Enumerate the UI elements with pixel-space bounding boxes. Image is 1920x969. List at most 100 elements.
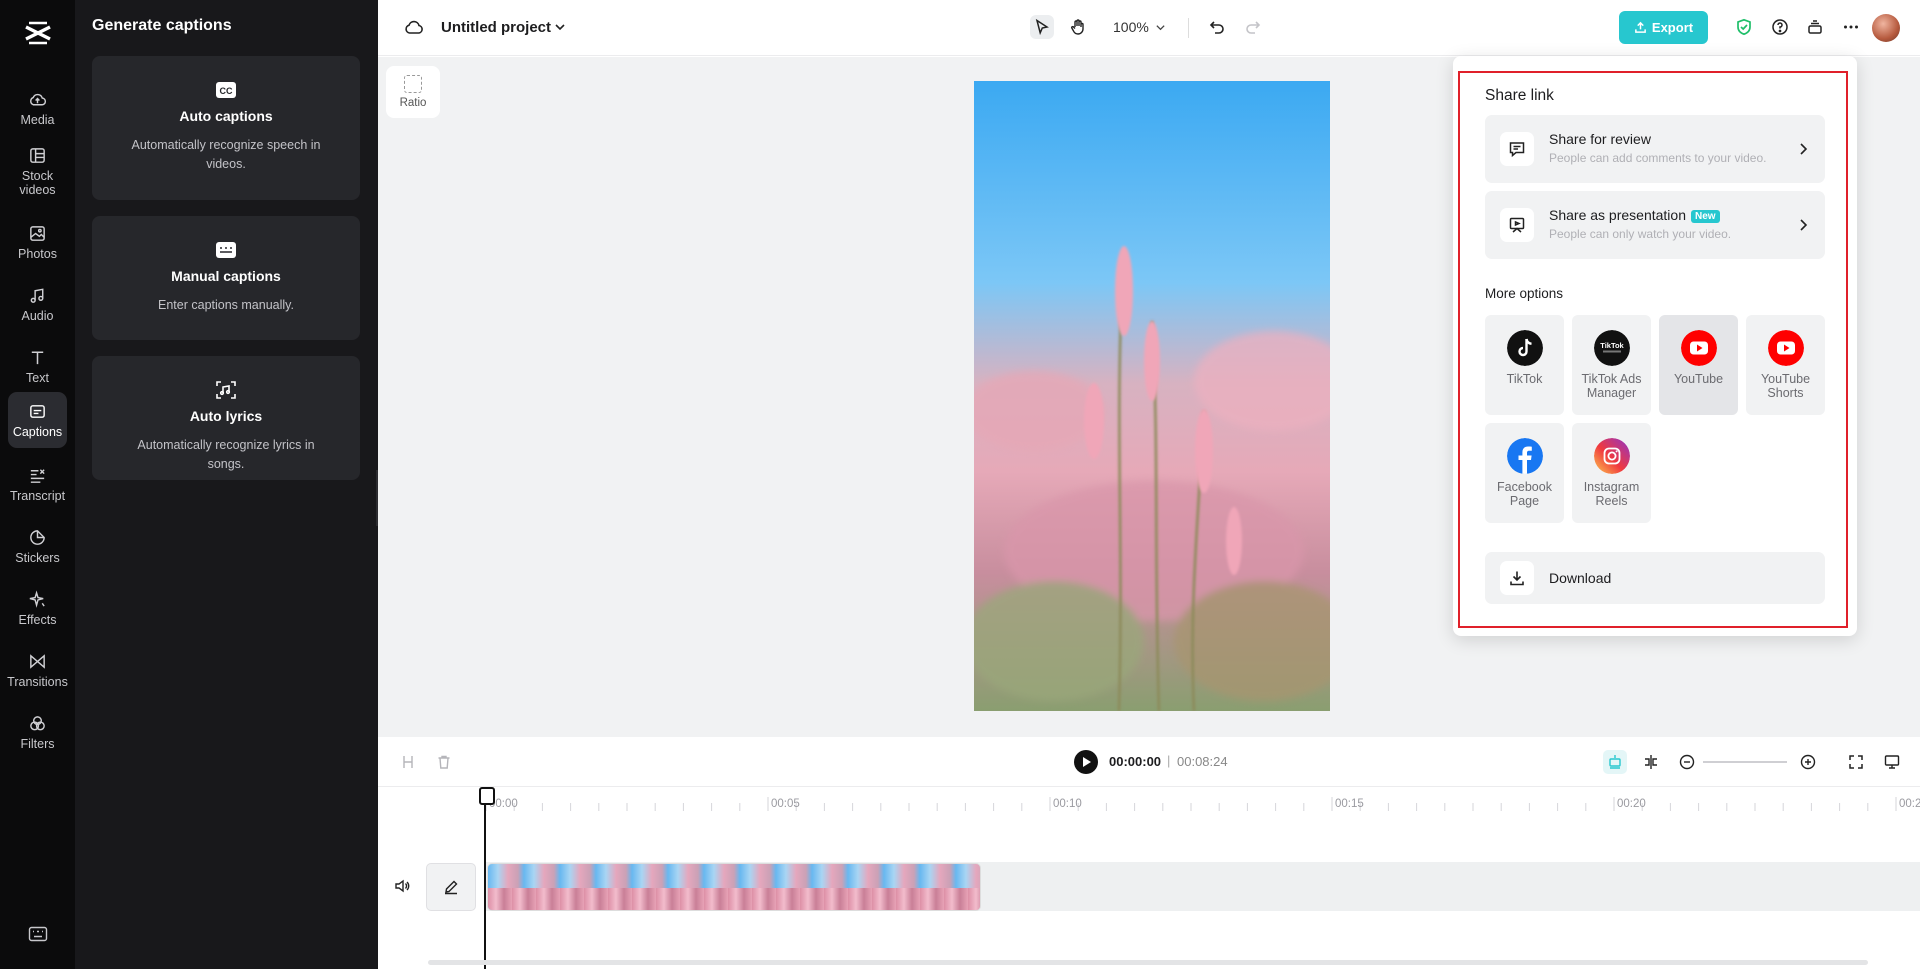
option-facebook-page[interactable]: Facebook Page xyxy=(1485,423,1564,523)
more-button[interactable] xyxy=(1839,15,1863,39)
rail-item-stickers[interactable]: Stickers xyxy=(8,518,67,574)
auto-lyrics-card[interactable]: Auto lyrics Automatically recognize lyri… xyxy=(92,356,360,480)
share-as-presentation-row[interactable]: Share as presentation New People can only… xyxy=(1485,191,1825,259)
share-for-review-row[interactable]: Share for review People can add comments… xyxy=(1485,115,1825,183)
svg-text:TikTok: TikTok xyxy=(1600,341,1624,350)
redo-button[interactable] xyxy=(1241,15,1265,39)
sparkle-icon xyxy=(29,589,45,608)
share-review-title: Share for review xyxy=(1549,131,1651,147)
split-icon xyxy=(403,756,413,768)
playhead[interactable] xyxy=(479,787,495,969)
avatar[interactable] xyxy=(1872,14,1900,42)
cloud-sync-icon[interactable] xyxy=(404,18,424,36)
export-label: Export xyxy=(1651,20,1694,35)
rail-item-photos[interactable]: Photos xyxy=(8,214,67,270)
ratio-button[interactable]: Ratio xyxy=(386,66,440,118)
layers-button[interactable] xyxy=(1803,15,1827,39)
chevron-down-icon[interactable] xyxy=(554,21,566,33)
timeline-scrollbar[interactable] xyxy=(428,960,1868,965)
option-label: Instagram Reels xyxy=(1583,480,1640,508)
auto-captions-card[interactable]: CC Auto captions Automatically recognize… xyxy=(92,56,360,200)
comment-icon xyxy=(1509,142,1525,158)
keyboard-caption-icon xyxy=(216,242,236,258)
undo-button[interactable] xyxy=(1205,15,1229,39)
play-button[interactable] xyxy=(1074,750,1098,774)
film-grid-icon xyxy=(30,147,45,163)
hand-icon xyxy=(1071,19,1084,35)
comment-icon-wrap xyxy=(1500,132,1534,166)
zoom-in-icon xyxy=(1800,754,1816,770)
keyboard-icon[interactable] xyxy=(28,926,48,942)
option-instagram-reels[interactable]: Instagram Reels xyxy=(1572,423,1651,523)
auto-snap-button[interactable] xyxy=(1603,750,1627,774)
rail-item-stock-videos[interactable]: Stock videos xyxy=(8,140,67,202)
rail-label: Transitions xyxy=(7,674,68,689)
timeline: 00:00 00:05 00:10 00:15 00:20 00:2 xyxy=(378,787,1920,969)
presentation-icon xyxy=(1509,217,1525,233)
rail-item-text[interactable]: Text xyxy=(8,338,67,394)
tiktok-business-icon: TikTok xyxy=(1593,330,1630,366)
zoom-out-button[interactable] xyxy=(1675,750,1699,774)
text-t-icon xyxy=(31,351,44,364)
bowtie-icon xyxy=(30,653,45,669)
rail-item-media[interactable]: Media xyxy=(8,80,67,136)
rail-item-audio[interactable]: Audio xyxy=(8,276,67,332)
zoom-in-button[interactable] xyxy=(1796,750,1820,774)
share-presentation-title: Share as presentation New xyxy=(1549,207,1720,223)
video-clip[interactable] xyxy=(487,863,981,911)
download-row[interactable]: Download xyxy=(1485,552,1825,604)
project-name[interactable]: Untitled project xyxy=(441,19,551,36)
ratio-label: Ratio xyxy=(399,97,427,109)
card-title: Manual captions xyxy=(171,268,281,284)
ratio-frame-icon xyxy=(404,75,422,93)
video-preview[interactable] xyxy=(974,81,1330,711)
split-view-button[interactable] xyxy=(1639,750,1663,774)
card-title: Auto captions xyxy=(179,108,273,124)
hand-tool-button[interactable] xyxy=(1066,15,1090,39)
rail-item-effects[interactable]: Effects xyxy=(8,580,67,636)
shield-check-icon xyxy=(1737,18,1751,36)
cover-edit-button[interactable] xyxy=(426,863,476,911)
cursor-arrow-icon xyxy=(1035,18,1049,36)
help-button[interactable] xyxy=(1768,15,1792,39)
zoom-level[interactable]: 100% xyxy=(1113,19,1149,35)
card-desc: Automatically recognize lyrics in songs. xyxy=(137,438,315,471)
option-youtube-shorts[interactable]: YouTube Shorts xyxy=(1746,315,1825,415)
monitor-icon xyxy=(1884,755,1900,769)
share-popup: Share link Share for review People can a… xyxy=(1453,56,1857,636)
download-label: Download xyxy=(1549,570,1612,586)
top-bar: Untitled project 100% Export xyxy=(378,0,1920,56)
option-label: YouTube Shorts xyxy=(1760,372,1811,400)
share-presentation-desc: People can only watch your video. xyxy=(1549,227,1732,241)
track-mute-button[interactable] xyxy=(390,874,414,898)
capcut-logo xyxy=(25,21,51,45)
timeline-zoom-slider[interactable] xyxy=(1703,761,1787,763)
delete-button[interactable] xyxy=(432,750,456,774)
option-label: Facebook Page xyxy=(1497,480,1552,508)
rail-item-captions[interactable]: Captions xyxy=(8,392,67,448)
undo-icon xyxy=(1209,21,1224,34)
total-time: 00:08:24 xyxy=(1177,754,1228,769)
cc-icon: CC xyxy=(216,82,236,98)
clip-thumbnails xyxy=(488,888,980,910)
ruler-tick-label: 00:2 xyxy=(1899,798,1920,810)
option-tiktok-ads-manager[interactable]: TikTok TikTok Ads Manager xyxy=(1572,315,1651,415)
option-label: TikTok xyxy=(1506,372,1543,386)
fullscreen-button[interactable] xyxy=(1844,750,1868,774)
chevron-down-icon[interactable] xyxy=(1155,22,1166,33)
rail-item-filters[interactable]: Filters xyxy=(8,704,67,760)
select-tool-button[interactable] xyxy=(1030,15,1054,39)
export-button[interactable]: Export xyxy=(1619,11,1708,44)
flower-field-image xyxy=(974,246,1330,711)
toolbar-divider xyxy=(1188,18,1189,38)
rail-item-transcript[interactable]: Transcript xyxy=(8,456,67,512)
option-youtube[interactable]: YouTube xyxy=(1659,315,1738,415)
split-button[interactable] xyxy=(396,750,420,774)
rail-label: Filters xyxy=(20,736,55,751)
manual-captions-card[interactable]: Manual captions Enter captions manually. xyxy=(92,216,360,340)
time-ruler[interactable]: 00:00 00:05 00:10 00:15 00:20 00:2 xyxy=(378,787,1920,817)
rail-item-transitions[interactable]: Transitions xyxy=(7,642,68,698)
shield-button[interactable] xyxy=(1732,15,1756,39)
option-tiktok[interactable]: TikTok xyxy=(1485,315,1564,415)
preview-settings-button[interactable] xyxy=(1880,750,1904,774)
